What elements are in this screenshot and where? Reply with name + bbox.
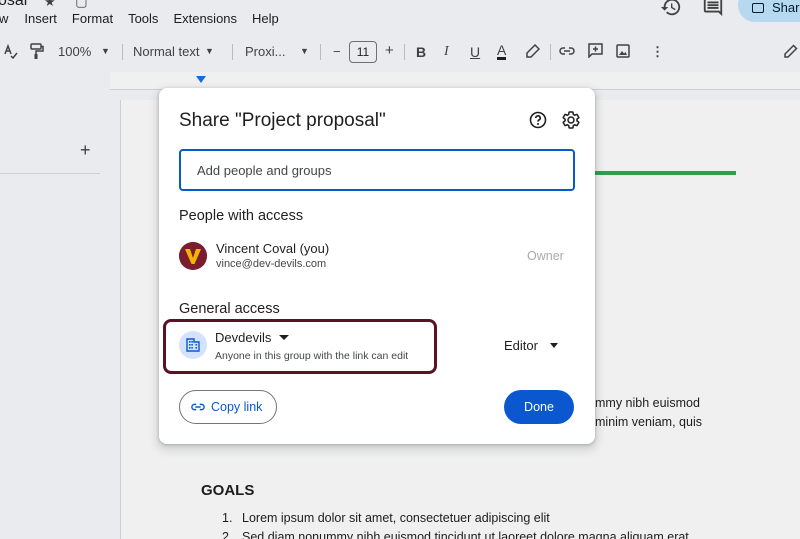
help-icon[interactable] — [528, 110, 548, 130]
share-dialog: Share "Project proposal" People with acc… — [159, 88, 595, 444]
devil-logo-icon — [179, 242, 207, 270]
general-access-row: Devdevils Anyone in this group with the … — [159, 316, 595, 376]
copy-link-button[interactable]: Copy link — [179, 390, 277, 424]
done-button[interactable]: Done — [504, 390, 574, 424]
people-access-heading: People with access — [179, 208, 304, 224]
dialog-title: Share "Project proposal" — [179, 110, 386, 131]
person-name: Vincent Coval (you) — [216, 241, 330, 256]
add-people-input[interactable] — [179, 149, 575, 191]
role-select[interactable]: Editor — [504, 338, 538, 353]
link-icon — [191, 403, 205, 411]
avatar — [179, 242, 207, 270]
owner-role: Owner — [527, 249, 564, 263]
highlight-annotation — [163, 319, 437, 374]
gear-icon[interactable] — [561, 110, 581, 130]
general-access-heading: General access — [179, 301, 280, 317]
caret-down-icon[interactable] — [550, 343, 558, 348]
person-email: vince@dev-devils.com — [216, 258, 327, 270]
